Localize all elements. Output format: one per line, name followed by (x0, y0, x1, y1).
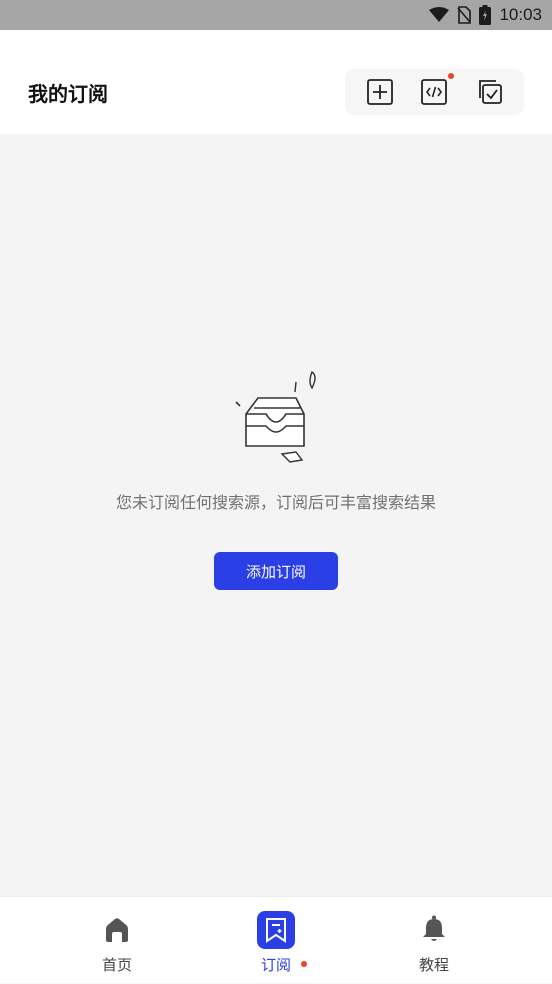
bookmark-icon-container (257, 911, 295, 949)
header: 我的订阅 (0, 30, 552, 134)
bell-icon (423, 915, 445, 941)
tab-badge-dot (301, 961, 307, 967)
manage-subscriptions-button[interactable] (472, 75, 506, 109)
tab-tutorial[interactable]: 教程 (374, 897, 494, 984)
battery-icon (479, 5, 492, 25)
add-subscription-cta-button[interactable]: 添加订阅 (214, 552, 338, 590)
plus-square-icon (367, 79, 394, 105)
empty-inbox-illustration (235, 370, 316, 463)
bookmark-icon (266, 918, 286, 943)
no-sim-icon (457, 6, 472, 24)
tab-subscriptions[interactable]: 订阅 (216, 897, 336, 984)
home-icon (106, 918, 128, 942)
tab-home[interactable]: 首页 (57, 897, 177, 984)
main-content: 您未订阅任何搜索源，订阅后可丰富搜索结果 添加订阅 (0, 134, 552, 896)
add-subscription-button[interactable] (363, 75, 397, 109)
page-title: 我的订阅 (28, 82, 108, 106)
tab-subscriptions-label: 订阅 (260, 956, 291, 974)
bottom-tab-bar: 首页 订阅 教程 (0, 896, 552, 983)
tab-tutorial-label: 教程 (418, 956, 449, 974)
tab-home-label: 首页 (101, 956, 132, 974)
custom-source-button[interactable] (417, 73, 455, 109)
empty-message: 您未订阅任何搜索源，订阅后可丰富搜索结果 (115, 493, 436, 512)
status-time: 10:03 (499, 5, 542, 24)
code-icon (421, 79, 448, 105)
status-bar: 10:03 (0, 0, 552, 30)
notification-dot (448, 73, 455, 79)
header-toolbar (345, 69, 524, 115)
copy-check-icon (478, 80, 502, 104)
wifi-icon (429, 7, 450, 22)
